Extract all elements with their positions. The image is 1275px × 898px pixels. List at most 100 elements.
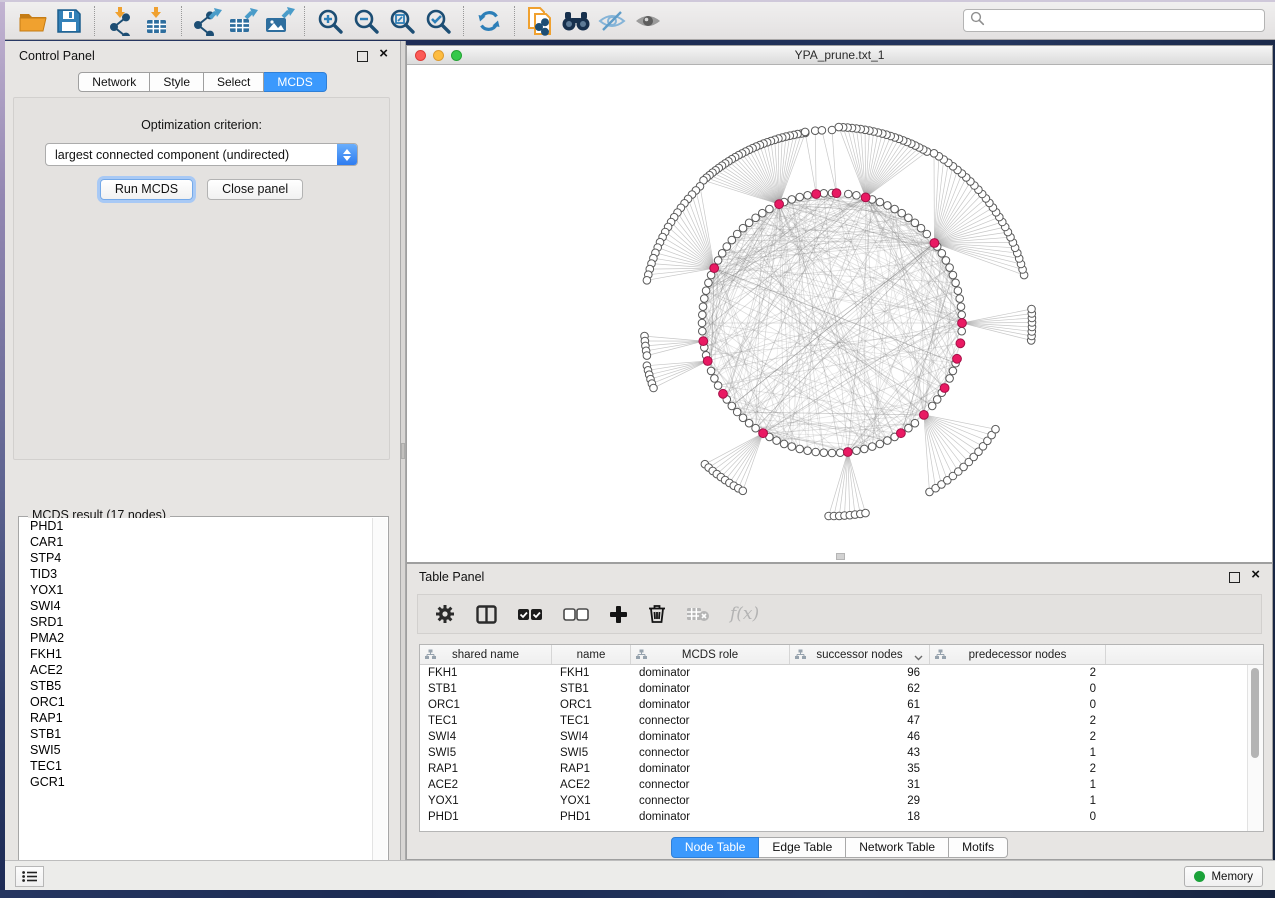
table-row-SWI4[interactable]: SWI4SWI4dominator462 [420, 729, 1263, 745]
search-box[interactable] [963, 9, 1265, 32]
tab-motifs[interactable]: Motifs [949, 837, 1008, 858]
network-node [714, 382, 722, 390]
column-header-filler [1106, 645, 1263, 664]
satellite-node [862, 509, 870, 517]
column-header-shared-name[interactable]: shared name [420, 645, 552, 664]
add-row-icon[interactable] [609, 599, 628, 629]
satellite-node [818, 127, 826, 135]
memory-button[interactable]: Memory [1184, 866, 1263, 887]
run-mcds-button[interactable]: Run MCDS [100, 179, 193, 200]
export-network-icon[interactable] [189, 5, 225, 37]
control-panel-close-icon[interactable]: × [379, 45, 388, 63]
mcds-result-item[interactable]: YOX1 [20, 582, 373, 598]
show-columns-icon[interactable] [476, 599, 497, 629]
table-row-TEC1[interactable]: TEC1TEC1connector472 [420, 713, 1263, 729]
network-canvas[interactable] [407, 65, 1272, 562]
settings-icon[interactable] [434, 599, 456, 629]
mcds-result-item[interactable]: STP4 [20, 550, 373, 566]
mcds-result-item[interactable]: GCR1 [20, 774, 373, 790]
mcds-hub-node [775, 200, 784, 209]
mcds-result-item[interactable]: ORC1 [20, 694, 373, 710]
table-row-YOX1[interactable]: YOX1YOX1connector291 [420, 793, 1263, 809]
deselect-all-icon[interactable] [563, 599, 589, 629]
control-panel-tabs: NetworkStyleSelectMCDS [5, 72, 400, 92]
sort-chevron-icon[interactable] [914, 652, 923, 664]
mcds-result-item[interactable]: SWI5 [20, 742, 373, 758]
splitter-grip[interactable] [401, 443, 405, 459]
mcds-result-item[interactable]: PHD1 [20, 518, 373, 534]
satellite-node [1028, 305, 1036, 313]
mcds-result-item[interactable]: STB5 [20, 678, 373, 694]
delete-rows-icon[interactable] [648, 599, 666, 629]
table-panel-float-icon[interactable] [1229, 572, 1240, 583]
mcds-result-item[interactable]: STB1 [20, 726, 373, 742]
node-table-scrollbar[interactable] [1247, 665, 1263, 831]
tab-edge-table[interactable]: Edge Table [759, 837, 846, 858]
cell: connector [631, 713, 790, 729]
import-table-icon[interactable] [138, 5, 174, 37]
table-row-FKH1[interactable]: FKH1FKH1dominator962 [420, 665, 1263, 681]
save-session-icon[interactable] [51, 5, 87, 37]
network-node [946, 264, 954, 272]
mcds-result-scrollbar[interactable] [372, 518, 387, 876]
table-row-ORC1[interactable]: ORC1ORC1dominator610 [420, 697, 1263, 713]
table-row-STB1[interactable]: STB1STB1dominator620 [420, 681, 1263, 697]
import-network-icon[interactable] [102, 5, 138, 37]
column-header-predecessor-nodes[interactable]: predecessor nodes [930, 645, 1106, 664]
zoom-out-icon[interactable] [348, 5, 384, 37]
show-all-icon[interactable] [630, 5, 666, 37]
close-panel-button[interactable]: Close panel [207, 179, 303, 200]
network-node [773, 437, 781, 445]
tab-network-table[interactable]: Network Table [846, 837, 949, 858]
open-session-icon[interactable] [15, 5, 51, 37]
table-row-SWI5[interactable]: SWI5SWI5connector431 [420, 745, 1263, 761]
mcds-result-list[interactable]: PHD1CAR1STP4TID3YOX1SWI4SRD1PMA2FKH1ACE2… [20, 518, 373, 876]
mcds-result-item[interactable]: TID3 [20, 566, 373, 582]
column-header-MCDS-role[interactable]: MCDS role [631, 645, 790, 664]
export-image-icon[interactable] [261, 5, 297, 37]
cell: dominator [631, 697, 790, 713]
mcds-hub-node [719, 389, 728, 398]
control-panel-float-icon[interactable] [357, 51, 368, 62]
network-resize-grip[interactable] [836, 553, 845, 560]
refresh-icon[interactable] [471, 5, 507, 37]
select-all-icon[interactable] [517, 599, 543, 629]
cell: RAP1 [552, 761, 631, 777]
cell: PHD1 [420, 809, 552, 825]
optimization-select[interactable]: largest connected component (undirected) [45, 143, 358, 166]
mcds-result-item[interactable]: TEC1 [20, 758, 373, 774]
table-row-RAP1[interactable]: RAP1RAP1dominator352 [420, 761, 1263, 777]
network-node [853, 192, 861, 200]
tab-select[interactable]: Select [204, 72, 264, 92]
mcds-result-item[interactable]: ACE2 [20, 662, 373, 678]
table-row-ACE2[interactable]: ACE2ACE2connector311 [420, 777, 1263, 793]
zoom-selected-icon[interactable] [420, 5, 456, 37]
tab-style[interactable]: Style [150, 72, 204, 92]
search-find-icon[interactable] [558, 5, 594, 37]
tab-mcds[interactable]: MCDS [264, 72, 326, 92]
hide-selected-icon[interactable] [594, 5, 630, 37]
mcds-result-item[interactable]: FKH1 [20, 646, 373, 662]
mcds-result-item[interactable]: RAP1 [20, 710, 373, 726]
tab-node-table[interactable]: Node Table [671, 837, 760, 858]
tab-network[interactable]: Network [78, 72, 150, 92]
show-panels-button[interactable] [15, 866, 44, 887]
mcds-result-item[interactable]: SRD1 [20, 614, 373, 630]
export-table-icon[interactable] [225, 5, 261, 37]
zoom-in-icon[interactable] [312, 5, 348, 37]
zoom-fit-icon[interactable] [384, 5, 420, 37]
mcds-result-item[interactable]: CAR1 [20, 534, 373, 550]
table-row-PHD1[interactable]: PHD1PHD1dominator180 [420, 809, 1263, 825]
cell: connector [631, 793, 790, 809]
mcds-result-item[interactable]: SWI4 [20, 598, 373, 614]
network-node [828, 449, 836, 457]
mcds-result-item[interactable]: PMA2 [20, 630, 373, 646]
column-header-name[interactable]: name [552, 645, 631, 664]
column-header-successor-nodes[interactable]: successor nodes [790, 645, 930, 664]
clone-network-icon[interactable] [522, 5, 558, 37]
table-panel-close-icon[interactable]: × [1251, 566, 1260, 584]
scrollbar-thumb[interactable] [1251, 668, 1259, 758]
cell: 2 [930, 713, 1106, 729]
search-input[interactable] [985, 13, 1258, 29]
network-window-titlebar[interactable]: YPA_prune.txt_1 [407, 46, 1272, 65]
